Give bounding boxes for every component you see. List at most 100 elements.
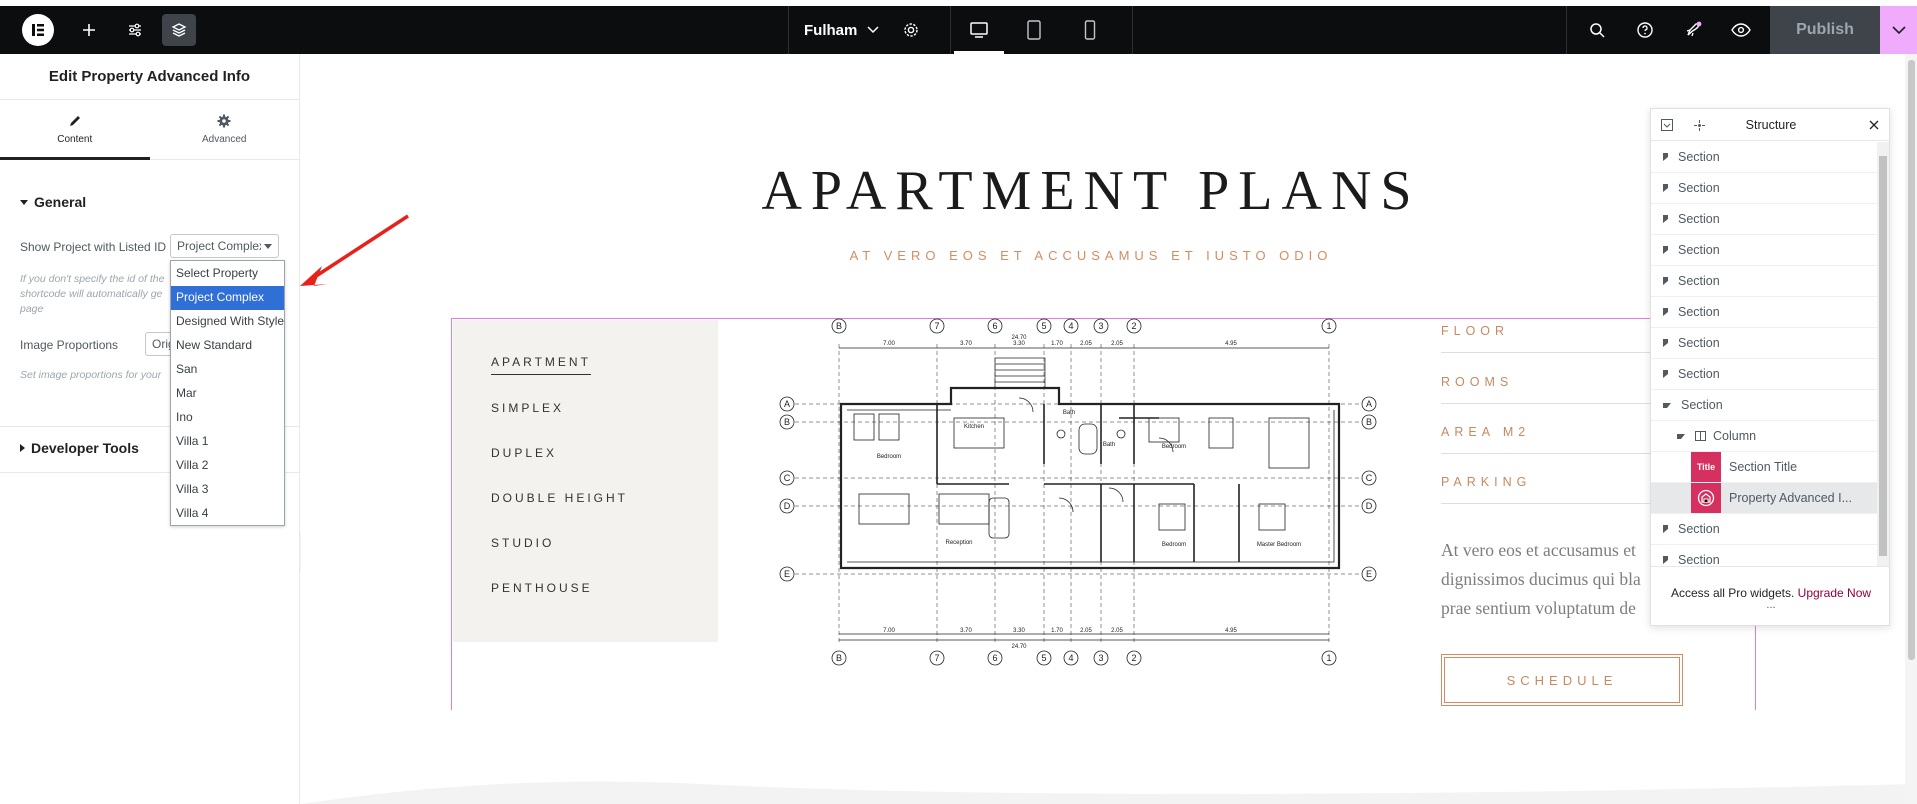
tab-content[interactable]: Content [0, 100, 150, 160]
tablet-icon[interactable] [1012, 6, 1056, 54]
caret-down-icon[interactable] [1677, 433, 1685, 439]
type-simplex[interactable]: SIMPLEX [491, 401, 564, 415]
panel-title: Edit Property Advanced Info [0, 54, 299, 100]
schedule-button[interactable]: SCHEDULE [1441, 654, 1683, 706]
image-proportions-help: Set image proportions for your [20, 369, 162, 381]
dropdown-option[interactable]: Designed With Style [171, 310, 284, 334]
project-dropdown-list: Select Property Project Complex Designed W… [170, 260, 285, 526]
dropdown-option[interactable]: Villa 1 [171, 430, 284, 454]
svg-text:3: 3 [1098, 321, 1103, 331]
type-double-height[interactable]: DOUBLE HEIGHT [491, 491, 628, 505]
structure-section[interactable]: Section [1651, 173, 1877, 204]
structure-section[interactable]: Section [1651, 235, 1877, 266]
sliders-icon[interactable] [118, 6, 152, 54]
pro-widgets-text: Access all Pro widgets. [1670, 585, 1795, 600]
section-general[interactable]: General [20, 194, 86, 210]
svg-text:1.70: 1.70 [1051, 628, 1063, 634]
svg-text:Bath: Bath [1063, 410, 1075, 416]
caret-right-icon[interactable] [1663, 184, 1668, 192]
tab-advanced[interactable]: Advanced [150, 100, 300, 159]
mobile-icon[interactable] [1068, 6, 1112, 54]
separator [950, 6, 951, 54]
caret-right-icon[interactable] [1663, 525, 1668, 533]
type-duplex[interactable]: DUPLEX [491, 446, 557, 460]
eye-icon[interactable] [1726, 6, 1756, 54]
desktop-icon[interactable] [954, 6, 1004, 54]
elementor-logo-icon[interactable] [22, 14, 54, 46]
svg-text:2.05: 2.05 [1111, 341, 1123, 347]
publish-button[interactable]: Publish [1770, 6, 1880, 54]
close-icon[interactable] [1869, 120, 1879, 130]
help-icon[interactable] [1630, 6, 1660, 54]
help-line: shortcode will automatically ge [20, 288, 163, 300]
structure-section[interactable]: Section [1651, 142, 1877, 173]
project-select[interactable]: Project Complex [170, 234, 279, 258]
structure-section[interactable]: Section [1651, 266, 1877, 297]
caret-right-icon[interactable] [1663, 339, 1668, 347]
site-selector[interactable]: Fulham [804, 6, 879, 54]
structure-row-label: Section [1678, 336, 1720, 350]
caret-right-icon [20, 444, 25, 452]
dropdown-option[interactable]: New Standard [171, 334, 284, 358]
gear-icon [217, 114, 231, 128]
structure-widget[interactable]: Title Section Title [1651, 452, 1877, 483]
floor-plan-image: B7654321 B7654321 ABCDE ABCDE 7.00 3.70 3.… [779, 318, 1377, 666]
dropdown-option[interactable]: Select Property [171, 262, 284, 286]
structure-section[interactable]: Section [1651, 545, 1877, 566]
structure-column[interactable]: Column [1651, 421, 1877, 452]
site-name: Fulham [804, 21, 858, 39]
dropdown-option[interactable]: San [171, 358, 284, 382]
dropdown-option[interactable]: Project Complex [171, 286, 284, 310]
svg-text:D: D [784, 501, 791, 511]
gear-icon[interactable] [896, 6, 926, 54]
svg-text:B: B [836, 321, 842, 331]
caret-right-icon[interactable] [1663, 277, 1668, 285]
publish-options-button[interactable] [1880, 6, 1917, 54]
dropdown-option[interactable]: Villa 3 [171, 478, 284, 502]
svg-text:2: 2 [1131, 653, 1136, 663]
type-studio[interactable]: STUDIO [491, 536, 554, 550]
help-line: If you don't specify the id of the [20, 273, 165, 285]
scroll-thumb[interactable] [1879, 156, 1887, 556]
svg-text:2.05: 2.05 [1080, 341, 1092, 347]
structure-row-label: Section [1678, 305, 1720, 319]
structure-section[interactable]: Section [1651, 359, 1877, 390]
structure-scrollbar[interactable] [1877, 142, 1889, 566]
rocket-icon[interactable] [1678, 6, 1708, 54]
structure-section[interactable]: Section [1651, 204, 1877, 235]
plus-icon[interactable] [72, 6, 106, 54]
caret-right-icon[interactable] [1663, 246, 1668, 254]
structure-section[interactable]: Section [1651, 328, 1877, 359]
caret-right-icon[interactable] [1663, 370, 1668, 378]
caret-down-icon[interactable] [1663, 402, 1671, 408]
search-icon[interactable] [1582, 6, 1612, 54]
structure-row-label: Property Advanced I... [1729, 491, 1852, 505]
caret-right-icon[interactable] [1663, 308, 1668, 316]
canvas-scrollbar[interactable] [1905, 54, 1917, 804]
type-penthouse[interactable]: PENTHOUSE [491, 581, 593, 595]
dropdown-option[interactable]: Villa 2 [171, 454, 284, 478]
structure-widget[interactable]: Property Advanced I... [1651, 483, 1877, 514]
caret-right-icon[interactable] [1663, 215, 1668, 223]
dropdown-option[interactable]: Mar [171, 382, 284, 406]
structure-section[interactable]: Section [1651, 297, 1877, 328]
svg-text:5: 5 [1041, 653, 1046, 663]
svg-text:4: 4 [1068, 653, 1073, 663]
caret-right-icon[interactable] [1663, 153, 1668, 161]
scroll-thumb[interactable] [1908, 60, 1915, 660]
dropdown-option[interactable]: Ino [171, 406, 284, 430]
upgrade-now-link[interactable]: Upgrade Now [1798, 586, 1871, 600]
structure-title: Structure [1745, 117, 1797, 132]
layers-icon[interactable] [162, 6, 196, 54]
caret-right-icon[interactable] [1663, 556, 1668, 564]
structure-section[interactable]: Section [1651, 514, 1877, 545]
more-handle[interactable]: ... [1766, 599, 1775, 610]
structure-row-label: Section [1678, 522, 1720, 536]
type-apartment[interactable]: APARTMENT [491, 355, 591, 375]
structure-row-label: Section Title [1729, 460, 1798, 474]
project-select-value: Project Complex [177, 239, 261, 253]
dropdown-option[interactable]: Villa 4 [171, 502, 284, 526]
section-developer-tools[interactable]: Developer Tools [20, 440, 139, 456]
svg-text:B: B [836, 653, 842, 663]
structure-section[interactable]: Section [1651, 390, 1877, 421]
